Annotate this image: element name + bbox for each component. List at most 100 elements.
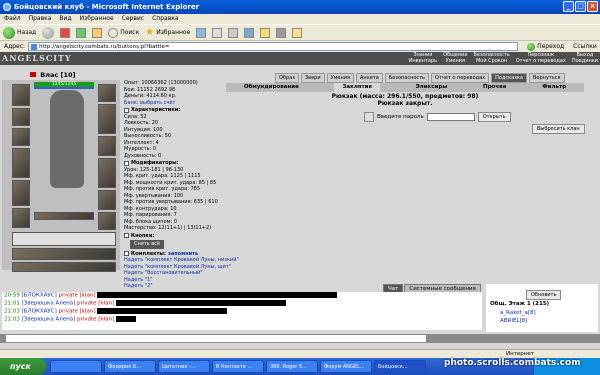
research-icon[interactable]: [276, 27, 287, 38]
cat-other[interactable]: Прочее: [483, 83, 507, 92]
set-item[interactable]: Надеть "комплект Кровавой Луны, низкий": [124, 257, 239, 264]
nav-transfers[interactable]: Отчет о переводах: [516, 58, 566, 64]
task-item[interactable]: В Контакте ...: [212, 360, 264, 373]
menu-edit[interactable]: Правка: [29, 14, 52, 24]
tab-skills[interactable]: Умения: [326, 73, 354, 83]
mail-icon[interactable]: [212, 27, 223, 38]
cat-equipment[interactable]: Обмундирование: [244, 83, 299, 92]
search-button[interactable]: Поиск: [108, 27, 139, 38]
go-button[interactable]: Переход: [527, 42, 564, 51]
task-item[interactable]: [50, 360, 102, 373]
menu-help[interactable]: Справка: [152, 14, 178, 24]
runes-row[interactable]: [12, 262, 116, 272]
address-bar: Адрес: http://angelscity.combats.ru/butt…: [0, 41, 600, 52]
messenger-icon[interactable]: [260, 27, 271, 38]
set-item[interactable]: Надеть "2": [124, 283, 224, 290]
nav-skills[interactable]: Умения: [443, 58, 467, 64]
start-button[interactable]: пуск: [0, 358, 46, 375]
collapse-icon: [124, 160, 129, 166]
nav-battles[interactable]: Поединки: [572, 58, 598, 64]
earrings-slot[interactable]: [12, 108, 30, 126]
tab-hint[interactable]: Подсказка: [491, 73, 527, 83]
task-item[interactable]: 388. Roger S...: [266, 360, 318, 373]
password-input[interactable]: [426, 113, 475, 121]
redacted-text: [97, 308, 228, 314]
links-label[interactable]: Ссылки: [573, 43, 597, 50]
maximize-icon[interactable]: □: [575, 1, 586, 12]
task-item[interactable]: Форум ANGEL...: [320, 360, 372, 373]
chat-message: 21:01 [Зверюшка Алена] private [klan]: [4, 300, 482, 308]
cat-filter[interactable]: Фильтр: [542, 83, 566, 92]
tab-back[interactable]: Вернуться: [529, 73, 565, 83]
tab-pets[interactable]: Звери: [300, 73, 325, 83]
edit-icon[interactable]: [244, 27, 255, 38]
task-item[interactable]: Цитатник -...: [158, 360, 210, 373]
drop-clan-button[interactable]: Выбросить клан: [532, 124, 585, 134]
buttons-header[interactable]: Кнопки:: [124, 233, 224, 240]
online-user[interactable]: ABRIEL[8]: [500, 318, 527, 324]
history-icon[interactable]: [196, 27, 207, 38]
tab-profile[interactable]: Анкета: [356, 73, 383, 83]
tab-image[interactable]: Образ: [275, 73, 299, 83]
menu-view[interactable]: Вид: [59, 14, 71, 24]
close-icon[interactable]: ×: [587, 1, 598, 12]
menu-bar: Файл Правка Вид Избранное Сервис Справка: [0, 14, 600, 24]
undress-all-button[interactable]: Снять всё: [130, 240, 164, 249]
menu-favorites[interactable]: Избранное: [80, 14, 114, 24]
mana-bar: [34, 87, 94, 89]
room-header: Общ. Этаж 1 (215): [490, 301, 550, 307]
menu-tools[interactable]: Сервис: [122, 14, 144, 24]
clan-flag-icon: [30, 72, 36, 77]
stop-icon[interactable]: [60, 27, 71, 38]
print-icon[interactable]: [228, 27, 239, 38]
cat-elixirs[interactable]: Эликсиры: [416, 83, 448, 92]
belt-items-row[interactable]: [12, 232, 116, 246]
refresh-icon[interactable]: [76, 27, 87, 38]
nav-inventory[interactable]: Инвентарь: [409, 58, 437, 64]
chat-log: 20:59 [БЛОКХАУС] private [klan] 21:01 [З…: [2, 292, 482, 330]
gloves-slot[interactable]: [98, 136, 116, 156]
tab-security[interactable]: Безопасность: [384, 73, 430, 83]
boots-slot[interactable]: [98, 212, 116, 230]
online-user[interactable]: a_Rakot_a[8]: [500, 310, 536, 316]
task-item[interactable]: Бойцовск...: [374, 360, 426, 373]
address-input[interactable]: http://angelscity.combats.ru/buttons.pl?…: [28, 42, 519, 51]
rings-slot[interactable]: [34, 212, 94, 220]
character-silhouette: [50, 90, 84, 188]
refresh-button[interactable]: Обновить: [526, 290, 562, 300]
menu-file[interactable]: Файл: [4, 14, 21, 24]
favorites-button[interactable]: ★ Избранное: [145, 27, 190, 38]
forward-arrow-icon[interactable]: [42, 26, 55, 39]
mod-mastery: Мастерство: 12(11+1) | 13(11+2): [124, 225, 212, 231]
leggings-slot[interactable]: [98, 190, 116, 210]
weapon-slot[interactable]: [12, 148, 30, 178]
folder-icon[interactable]: [292, 27, 303, 38]
tab-transfers[interactable]: Отчет о переводах: [431, 73, 490, 83]
open-button[interactable]: Открыть: [477, 112, 511, 122]
status-bar: Интернет: [0, 349, 600, 358]
backpack-status: Рюкзак закрыт.: [377, 100, 433, 107]
redacted-text: [115, 316, 136, 322]
chat-message: 21:03 [БЛОКХАУС] private [klan]: [4, 308, 482, 316]
key-icon: [364, 112, 374, 122]
sword-slot[interactable]: [98, 104, 116, 134]
cat-spells[interactable]: Заклятия: [334, 83, 380, 92]
home-icon[interactable]: [92, 27, 103, 38]
shield-slot[interactable]: [98, 158, 116, 188]
bracers-slot[interactable]: [98, 84, 116, 102]
collapse-icon: [124, 107, 129, 113]
helmet-slot[interactable]: [12, 84, 30, 106]
nav-my-page[interactable]: Мой Cрокон: [473, 58, 509, 64]
armor-slot[interactable]: [12, 180, 30, 206]
belt-slot[interactable]: [12, 208, 30, 228]
inventory-categories: Обмундирование Заклятия Эликсиры Прочее …: [226, 83, 584, 92]
minimize-icon[interactable]: _: [563, 1, 574, 12]
back-button[interactable]: Назад: [3, 26, 36, 39]
character-nick[interactable]: Влас [10]: [30, 71, 75, 79]
star-icon: ★: [145, 27, 155, 38]
task-item[interactable]: Федерик Б...: [104, 360, 156, 373]
chat-input[interactable]: [6, 335, 426, 342]
amulet-slot[interactable]: [12, 128, 30, 146]
scrolls-row[interactable]: [12, 248, 116, 260]
bank-link[interactable]: Банк: выбрать счёт: [124, 100, 224, 107]
